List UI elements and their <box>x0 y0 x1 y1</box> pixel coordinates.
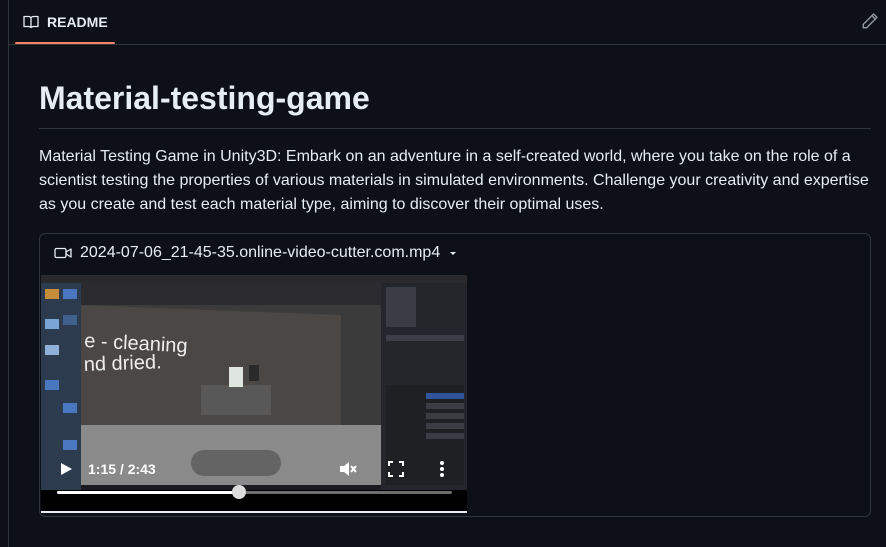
video-container: 2024-07-06_21-45-35.online-video-cutter.… <box>39 233 871 517</box>
readme-description: Material Testing Game in Unity3D: Embark… <box>39 148 869 213</box>
fullscreen-icon[interactable] <box>388 461 404 477</box>
video-time: 1:15 / 2:43 <box>88 461 156 477</box>
readme-panel: README Material-testing-game Material Te… <box>8 0 886 547</box>
caret-down-icon <box>450 252 457 255</box>
video-icon <box>54 247 72 259</box>
tab-readme[interactable]: README <box>15 0 116 44</box>
video-player[interactable]: e - cleaning nd dried. 1:15 / 2:43 <box>41 275 467 513</box>
video-progress-fill <box>57 491 239 494</box>
video-bottom-border <box>41 511 467 513</box>
scene-text-line2: nd dried. <box>83 351 162 376</box>
book-icon <box>23 15 39 29</box>
video-progress-bar[interactable] <box>57 485 452 499</box>
tab-active-indicator <box>15 42 115 44</box>
pencil-icon[interactable] <box>861 12 879 30</box>
more-options-icon[interactable] <box>439 460 445 478</box>
tab-readme-label: README <box>47 14 108 30</box>
readme-title: Material-testing-game <box>39 80 370 116</box>
play-icon[interactable] <box>59 462 73 476</box>
mute-icon[interactable] <box>338 460 358 478</box>
title-divider <box>39 128 871 129</box>
video-filename: 2024-07-06_21-45-35.online-video-cutter.… <box>80 244 441 261</box>
video-file-selector[interactable]: 2024-07-06_21-45-35.online-video-cutter.… <box>54 244 458 262</box>
readme-tab-bar: README <box>9 0 886 45</box>
video-progress-handle[interactable] <box>231 485 246 499</box>
